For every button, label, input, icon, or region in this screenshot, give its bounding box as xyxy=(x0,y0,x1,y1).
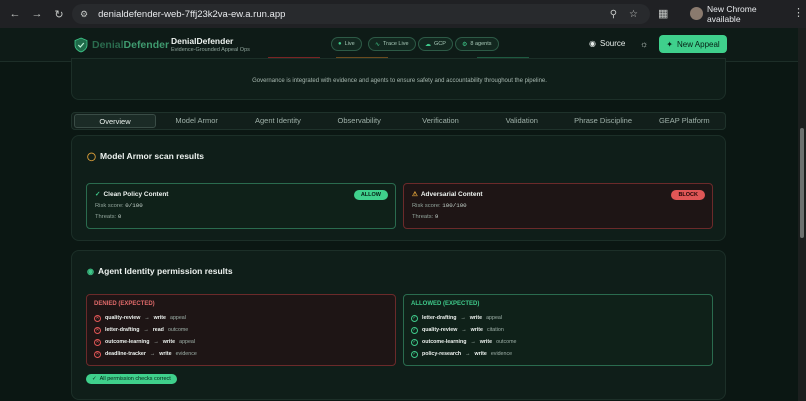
shield-icon: ◯ xyxy=(87,151,96,161)
list-item: ✕ quality-review → write appeal xyxy=(94,314,186,322)
governance-card: Governance is integrated with evidence a… xyxy=(71,58,726,100)
tab-overview[interactable]: Overview xyxy=(74,114,156,128)
check-circle-icon: ✓ xyxy=(92,376,97,382)
threats-count: 9 xyxy=(434,213,439,220)
allowed-header: ALLOWED (EXPECTED) xyxy=(411,301,480,307)
check-circle-icon: ✓ xyxy=(411,338,418,346)
list-item: ✓ outcome-learning → write outcome xyxy=(411,338,517,346)
app-title: DenialDefender xyxy=(171,36,234,46)
cloud-icon: ☁ xyxy=(425,41,431,48)
zoom-icon[interactable]: ⚲ xyxy=(610,9,617,20)
threats-label: Threats: xyxy=(95,214,117,220)
risk-score: 0/100 xyxy=(125,202,143,209)
agent-identity-title: ◉ Agent Identity permission results xyxy=(87,266,233,276)
scan-card-clean: ✓ Clean Policy Content Risk score: 0/100 … xyxy=(86,183,396,229)
x-circle-icon: ✕ xyxy=(94,326,101,334)
browser-menu-icon[interactable]: ⋮ xyxy=(793,6,804,19)
status-pill-live: ● Live xyxy=(331,37,362,51)
bookmark-star-icon[interactable]: ☆ xyxy=(629,9,638,20)
github-icon: ◉ xyxy=(589,39,596,48)
governance-tabs: Overview Model Armor Agent Identity Obse… xyxy=(71,112,726,130)
list-item: ✓ policy-research → write evidence xyxy=(411,350,513,358)
url-text[interactable]: denialdefender-web-7ffj23k2va-ew.a.run.a… xyxy=(98,9,285,20)
pulse-icon: ∿ xyxy=(375,41,381,48)
warning-icon: ⚠ xyxy=(412,191,418,198)
model-armor-panel: ◯ Model Armor scan results ✓ Clean Policy… xyxy=(71,135,726,241)
risk-label: Risk score: xyxy=(412,203,441,209)
theme-toggle-icon[interactable]: ☼ xyxy=(640,39,648,49)
governance-text: Governance is integrated with evidence a… xyxy=(252,78,547,84)
back-icon[interactable]: ← xyxy=(8,7,22,21)
threats-count: 0 xyxy=(117,213,122,220)
app-header: DenialDefender DenialDefender Evidence-G… xyxy=(0,28,798,62)
agent-identity-panel: ◉ Agent Identity permission results DENI… xyxy=(71,250,726,400)
brand-logo-text: DenialDefender xyxy=(92,39,170,51)
chrome-update-button[interactable]: New Chrome available xyxy=(707,4,791,24)
tab-observability[interactable]: Observability xyxy=(319,114,400,128)
threats-label: Threats: xyxy=(412,214,434,220)
site-info-icon[interactable]: ⚙ xyxy=(80,9,88,20)
address-bar[interactable]: ⚙ denialdefender-web-7ffj23k2va-ew.a.run… xyxy=(72,4,650,24)
risk-score: 100/100 xyxy=(442,202,467,209)
status-pill-trace: ∿ Trace Live xyxy=(368,37,416,51)
page-viewport: DenialDefender DenialDefender Evidence-G… xyxy=(0,28,798,401)
status-badge-block: BLOCK xyxy=(671,190,705,200)
risk-label: Risk score: xyxy=(95,203,124,209)
tab-validation[interactable]: Validation xyxy=(481,114,562,128)
x-circle-icon: ✕ xyxy=(94,314,101,322)
check-circle-icon: ✓ xyxy=(411,326,418,334)
extensions-icon[interactable]: ▦ xyxy=(658,7,668,20)
forward-icon[interactable]: → xyxy=(30,7,44,21)
check-circle-icon: ✓ xyxy=(95,191,101,198)
status-pill-gcp: ☁ GCP xyxy=(418,37,453,51)
list-item: ✕ deadline-tracker → write evidence xyxy=(94,350,197,358)
denied-permissions-card: DENIED (EXPECTED) ✕ quality-review → write a… xyxy=(86,294,396,366)
tab-agent-identity[interactable]: Agent Identity xyxy=(237,114,318,128)
source-link[interactable]: ◉ Source xyxy=(589,39,625,48)
status-pill-agents: ⚙ 8 agents xyxy=(455,37,499,51)
x-circle-icon: ✕ xyxy=(94,338,101,346)
live-dot-icon: ● xyxy=(338,41,342,47)
list-item: ✕ outcome-learning → write appeal xyxy=(94,338,196,346)
all-checks-correct-badge: ✓ All permission checks correct xyxy=(86,374,177,384)
list-item: ✓ letter-drafting → write appeal xyxy=(411,314,503,322)
agents-icon: ⚙ xyxy=(462,41,468,48)
browser-toolbar: ← → ↻ ⚙ denialdefender-web-7ffj23k2va-ew… xyxy=(0,0,806,28)
tab-verification[interactable]: Verification xyxy=(400,114,481,128)
tab-geap-platform[interactable]: GEAP Platform xyxy=(644,114,725,128)
scrollbar-thumb[interactable] xyxy=(800,128,804,238)
tab-phrase-discipline[interactable]: Phrase Discipline xyxy=(562,114,643,128)
check-circle-icon: ✓ xyxy=(411,350,418,358)
list-item: ✓ quality-review → write citation xyxy=(411,326,504,334)
page-scrollbar[interactable] xyxy=(798,28,806,401)
model-armor-title: ◯ Model Armor scan results xyxy=(87,151,205,161)
sparkle-icon: ✦ xyxy=(666,39,673,49)
user-check-icon: ◉ xyxy=(87,266,94,276)
x-circle-icon: ✕ xyxy=(94,350,101,358)
tab-model-armor[interactable]: Model Armor xyxy=(156,114,237,128)
scan-name: Clean Policy Content xyxy=(103,190,169,198)
app-subtitle: Evidence-Grounded Appeal Ops xyxy=(171,47,250,53)
status-badge-allow: ALLOW xyxy=(353,190,388,200)
new-appeal-button[interactable]: ✦ New Appeal xyxy=(659,35,727,53)
scan-name: Adversarial Content xyxy=(420,190,483,198)
scan-card-adversarial: ⚠ Adversarial Content Risk score: 100/100… xyxy=(403,183,713,229)
profile-avatar[interactable] xyxy=(690,7,703,20)
check-circle-icon: ✓ xyxy=(411,314,418,322)
denied-header: DENIED (EXPECTED) xyxy=(94,301,155,307)
reload-icon[interactable]: ↻ xyxy=(52,7,66,21)
allowed-permissions-card: ALLOWED (EXPECTED) ✓ letter-drafting → writ… xyxy=(403,294,713,366)
shield-logo-icon xyxy=(74,37,88,53)
list-item: ✕ letter-drafting → read outcome xyxy=(94,326,189,334)
